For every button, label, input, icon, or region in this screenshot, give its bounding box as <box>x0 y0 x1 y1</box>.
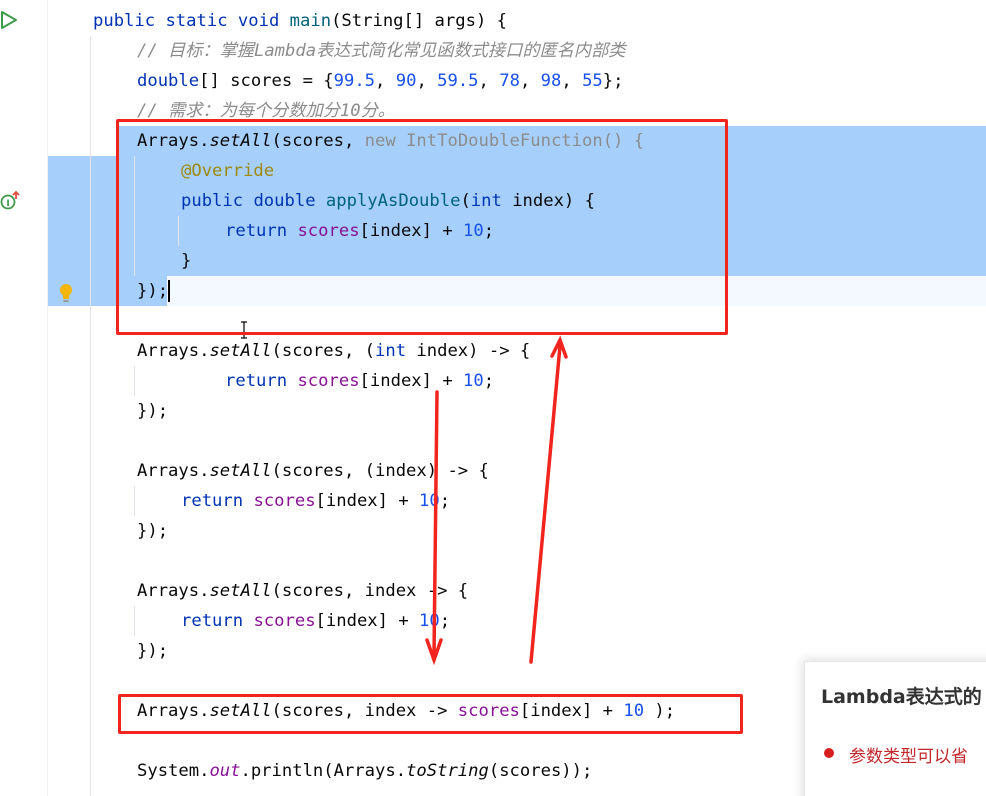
intention-bulb-icon[interactable] <box>56 282 76 304</box>
lecture-slide-card: Lambda表达式的 参数类型可以省 <box>804 661 986 796</box>
code-line-lambda3-call[interactable]: Arrays.setAll(scores, index -> { <box>137 576 468 606</box>
code-line-lambda2-call[interactable]: Arrays.setAll(scores, (index) -> { <box>137 456 489 486</box>
code-line-scores[interactable]: double[] scores = {99.5, 90, 59.5, 78, 9… <box>137 66 623 96</box>
code-line-main[interactable]: public static void main(String[] args) { <box>93 6 507 36</box>
code-line-lambda1-call[interactable]: Arrays.setAll(scores, (int index) -> { <box>137 336 530 366</box>
indent-guide <box>90 36 91 796</box>
annotation-box-simplified-lambda <box>118 694 743 734</box>
code-line-println[interactable]: System.out.println(Arrays.toString(score… <box>137 756 592 786</box>
gutter-divider <box>47 0 48 796</box>
run-icon[interactable] <box>0 10 18 30</box>
code-line-lambda3-close[interactable]: }); <box>137 636 168 666</box>
annotation-box-anonymous-class <box>116 119 728 335</box>
bullet-dot-icon <box>824 748 834 758</box>
card-title: Lambda表达式的 <box>821 686 982 708</box>
code-line-lambda2-close[interactable]: }); <box>137 516 168 546</box>
code-line-lambda3-return[interactable]: return scores[index] + 10; <box>181 606 450 636</box>
code-line-lambda1-close[interactable]: }); <box>137 396 168 426</box>
code-editor[interactable]: I public static void main(String[] args)… <box>0 0 986 796</box>
indent-guide <box>134 366 135 396</box>
arrow-up <box>529 335 568 664</box>
code-line-lambda2-return[interactable]: return scores[index] + 10; <box>181 486 450 516</box>
card-bullet-text: 参数类型可以省 <box>849 747 968 767</box>
indent-guide <box>134 486 135 516</box>
implement-method-icon[interactable]: I <box>0 190 22 212</box>
editor-gutter[interactable] <box>0 0 48 796</box>
svg-text:I: I <box>6 199 9 209</box>
indent-guide <box>134 606 135 636</box>
code-line-lambda1-return[interactable]: return scores[index] + 10; <box>225 366 494 396</box>
code-comment-goal[interactable]: // 目标：掌握Lambda表达式简化常见函数式接口的匿名内部类 <box>137 36 625 66</box>
